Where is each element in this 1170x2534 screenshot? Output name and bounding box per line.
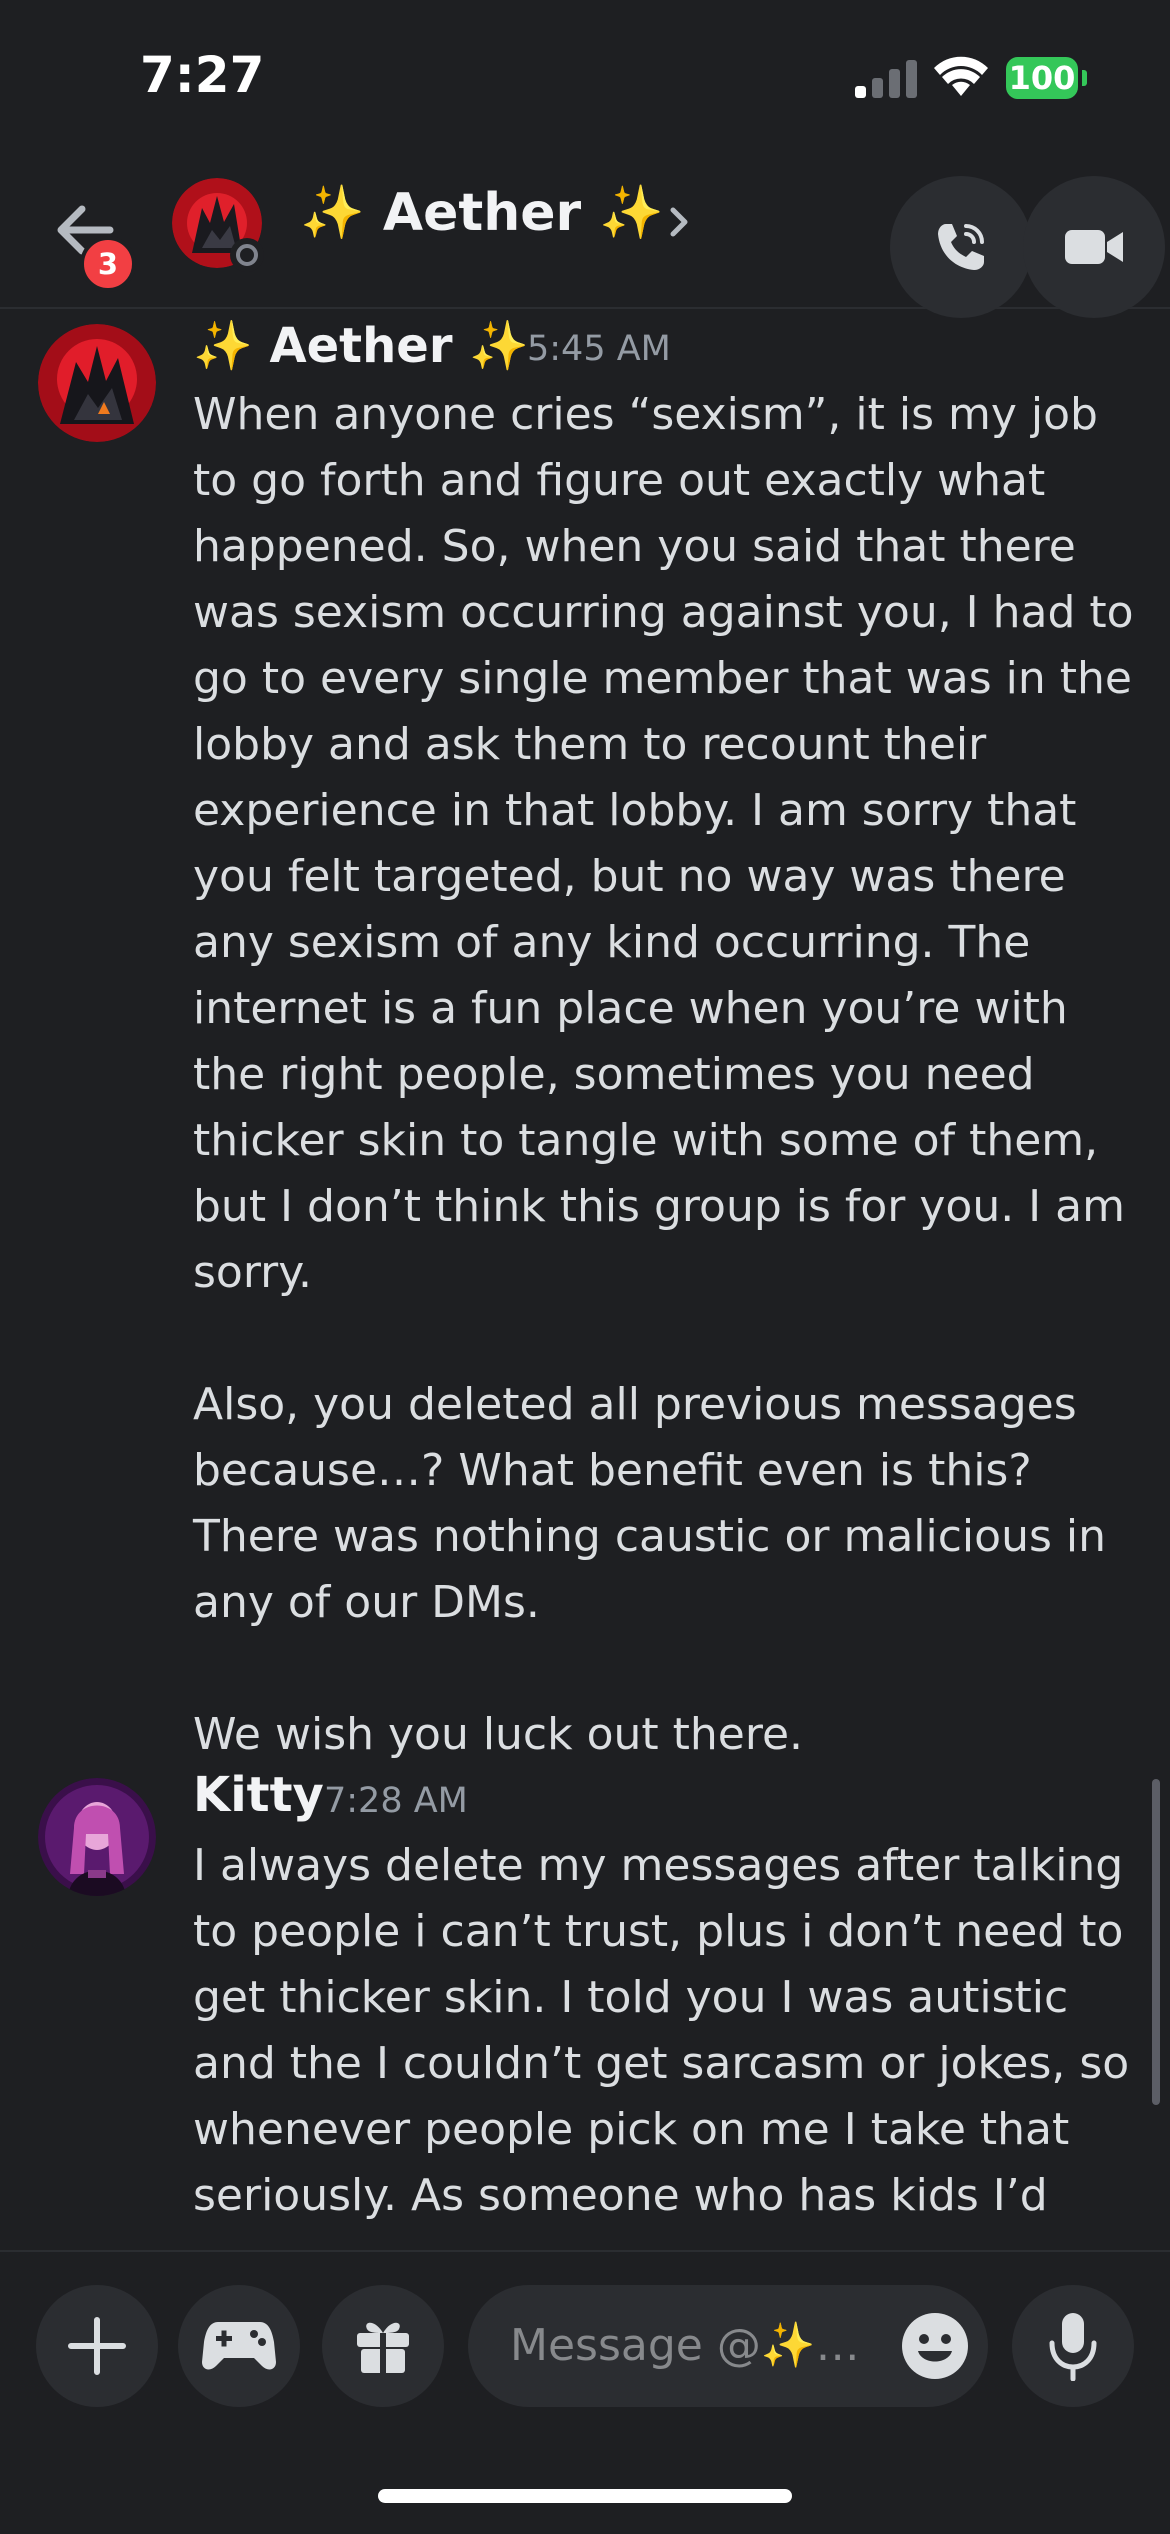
message-timestamp: 7:28 AM [324,1781,468,1821]
message-timestamp: 5:45 AM [527,329,671,369]
chevron-right-icon[interactable] [664,202,694,242]
message-author[interactable]: ✨ Aether ✨ [193,317,529,374]
channel-title[interactable]: ✨ Aether ✨ [300,182,664,243]
message-input[interactable]: Message @✨… [468,2285,988,2407]
avatar-image [38,324,156,442]
message-content: When anyone cries “sexism”, it is my job… [193,389,1134,1760]
avatar-image [38,1778,156,1896]
home-indicator[interactable] [378,2489,792,2503]
call-button[interactable] [890,176,1032,318]
smiley-icon[interactable] [900,2311,970,2381]
microphone-icon [1049,2313,1097,2381]
gamepad-icon [202,2322,276,2370]
message-content: I always delete my messages after talkin… [193,1840,1130,2221]
status-bar: 7:27 100 [0,0,1170,150]
phone-icon [938,224,984,270]
plus-icon [68,2317,126,2375]
message-input-placeholder: Message @✨… [510,2320,860,2371]
message-author[interactable]: Kitty [193,1767,324,1823]
voice-message-button[interactable] [1012,2285,1134,2407]
wifi-icon [934,56,988,96]
battery-indicator: 100 [1006,57,1078,99]
video-camera-icon [1065,230,1123,264]
battery-terminal [1082,70,1087,86]
activities-button[interactable] [178,2285,300,2407]
dm-header: 3 ✨ Aether ✨ [0,150,1170,318]
cellular-signal-icon [855,58,917,98]
unread-badge: 3 [80,236,136,292]
status-time: 7:27 [140,46,265,104]
add-attachment-button[interactable] [36,2285,158,2407]
avatar[interactable] [38,1778,156,1896]
message-list[interactable]: ✨ Aether ✨ 5:45 AM When anyone cries “se… [0,309,1170,2250]
gift-icon [357,2322,409,2373]
avatar[interactable] [38,324,156,442]
scrollbar[interactable] [1152,1779,1160,2105]
video-call-button[interactable] [1023,176,1165,318]
offline-status-icon [236,244,258,266]
gift-button[interactable] [322,2285,444,2407]
